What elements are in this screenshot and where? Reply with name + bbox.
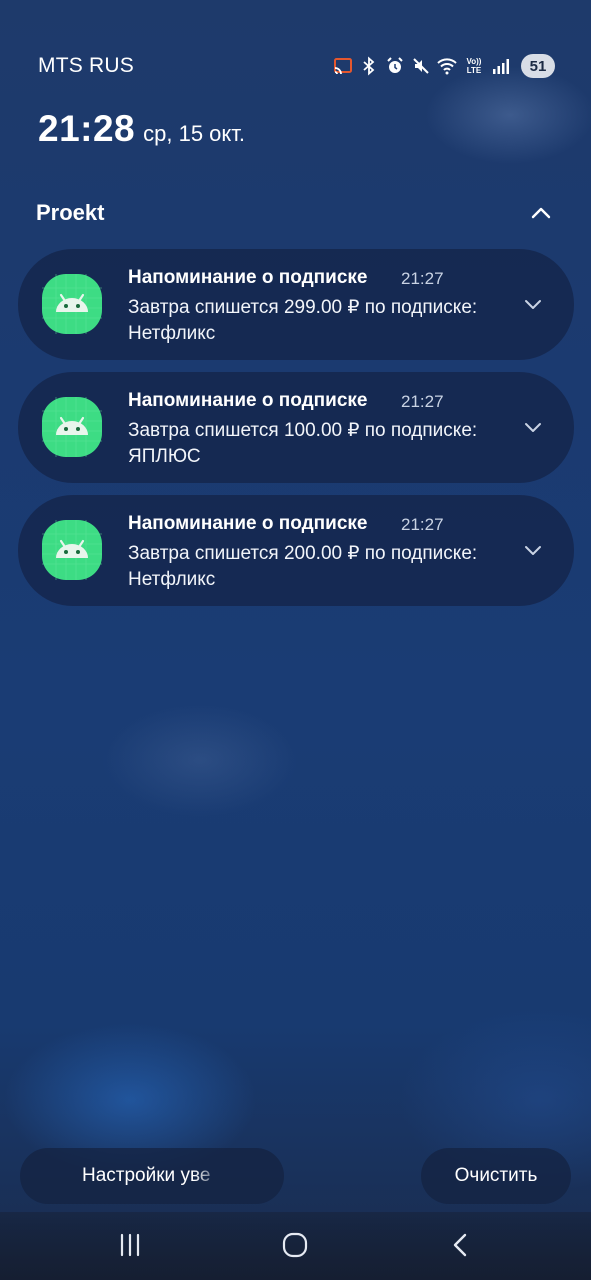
clear-all-label: Очистить bbox=[454, 1165, 538, 1186]
notification-time: 21:27 bbox=[401, 269, 444, 288]
back-icon bbox=[453, 1233, 467, 1257]
status-icons: Vo)) LTE 51 bbox=[333, 52, 555, 80]
expand-notification-button[interactable] bbox=[520, 291, 546, 317]
recent-apps-icon bbox=[120, 1233, 140, 1257]
status-bar: MTS RUS Vo)) LTE 51 bbox=[0, 48, 591, 84]
android-app-icon bbox=[40, 272, 104, 336]
volte-bottom-label: LTE bbox=[466, 66, 482, 75]
battery-indicator: 51 bbox=[521, 54, 555, 78]
notification-body: Завтра спишется 299.00 ₽ по подписке: Не… bbox=[128, 297, 478, 344]
wifi-icon bbox=[437, 56, 457, 76]
notification-body: Завтра спишется 100.00 ₽ по подписке: ЯП… bbox=[128, 420, 478, 467]
clock-row: 21:28 ср, 15 окт. bbox=[38, 108, 245, 150]
alarm-icon bbox=[385, 56, 405, 76]
notification-time: 21:27 bbox=[401, 515, 444, 534]
notification-body: Завтра спишется 200.00 ₽ по подписке: Не… bbox=[128, 543, 478, 590]
home-button[interactable] bbox=[280, 1230, 310, 1260]
chevron-up-icon bbox=[531, 207, 551, 219]
expand-notification-button[interactable] bbox=[520, 537, 546, 563]
notification-title: Напоминание о подписке bbox=[128, 390, 368, 411]
expand-notification-button[interactable] bbox=[520, 414, 546, 440]
collapse-group-button[interactable] bbox=[526, 198, 556, 228]
notification-card[interactable]: Напоминание о подписке 21:27 Завтра спиш… bbox=[18, 372, 574, 483]
android-app-icon bbox=[40, 518, 104, 582]
date: ср, 15 окт. bbox=[143, 121, 246, 146]
chevron-down-icon bbox=[525, 546, 541, 555]
recent-apps-button[interactable] bbox=[115, 1230, 145, 1260]
cast-icon bbox=[333, 56, 353, 76]
signal-icon bbox=[491, 56, 511, 76]
chevron-down-icon bbox=[525, 423, 541, 432]
clear-all-button[interactable]: Очистить bbox=[421, 1148, 571, 1204]
group-app-name: Proekt bbox=[36, 200, 105, 225]
volte-top-label: Vo)) bbox=[466, 57, 482, 66]
notification-title: Напоминание о подписке bbox=[128, 267, 368, 288]
back-button[interactable] bbox=[446, 1230, 476, 1260]
mute-icon bbox=[411, 56, 431, 76]
home-icon bbox=[282, 1232, 308, 1258]
notification-card[interactable]: Напоминание о подписке 21:27 Завтра спиш… bbox=[18, 495, 574, 606]
notification-title: Напоминание о подписке bbox=[128, 513, 368, 534]
notification-time: 21:27 bbox=[401, 392, 444, 411]
clock: 21:28 bbox=[38, 108, 136, 149]
android-app-icon bbox=[40, 395, 104, 459]
bluetooth-icon bbox=[359, 56, 379, 76]
navigation-bar bbox=[0, 1212, 591, 1280]
notification-group-header[interactable]: Proekt bbox=[36, 198, 556, 228]
notification-card[interactable]: Напоминание о подписке 21:27 Завтра спиш… bbox=[18, 249, 574, 360]
volte-icon: Vo)) LTE bbox=[463, 56, 485, 76]
notification-settings-button[interactable]: Настройки уве bbox=[20, 1148, 284, 1204]
carrier-name: MTS RUS bbox=[38, 54, 134, 77]
notification-settings-label: Настройки уве bbox=[82, 1165, 211, 1186]
chevron-down-icon bbox=[525, 300, 541, 309]
